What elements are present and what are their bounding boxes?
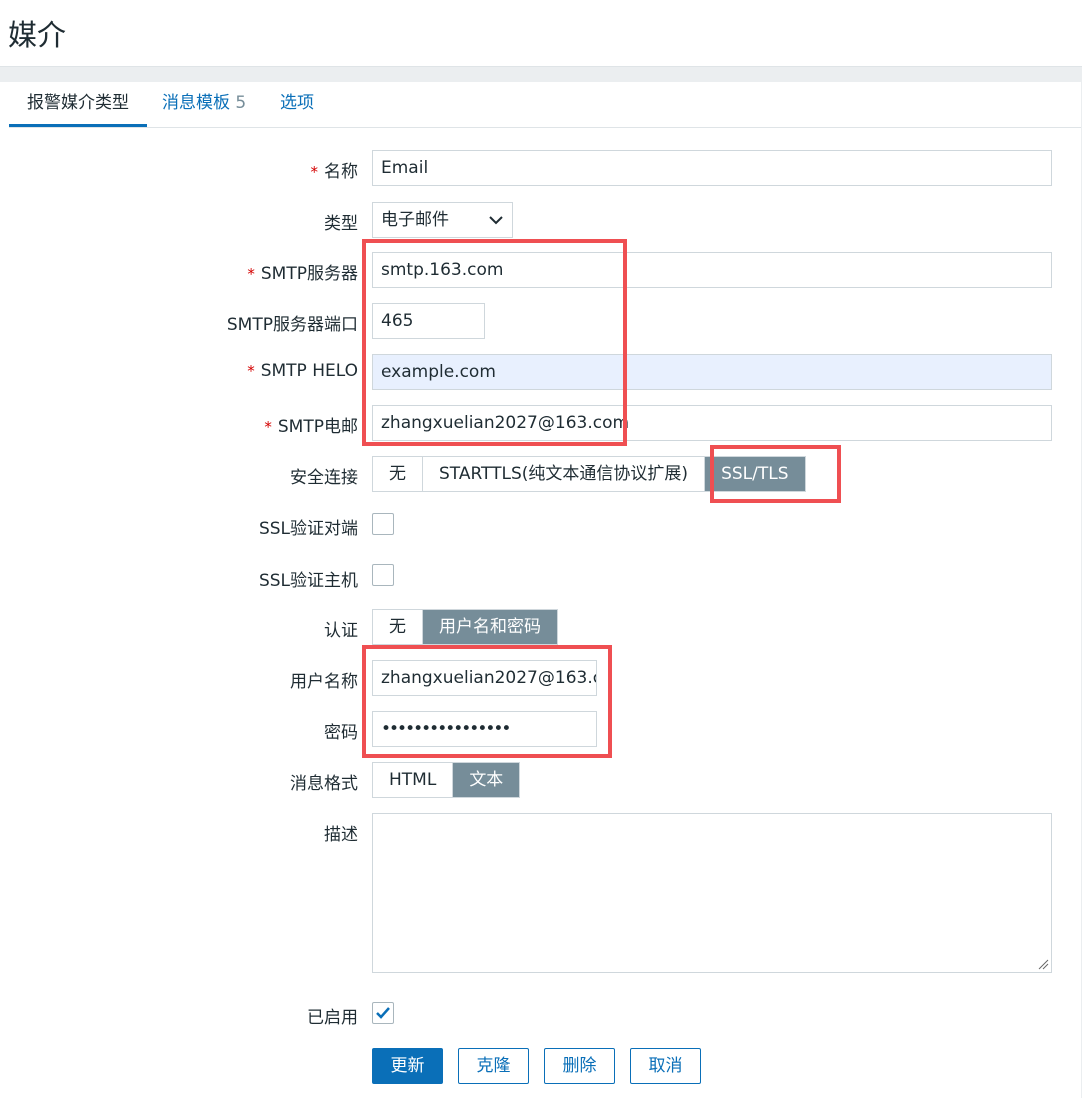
tab-media-type[interactable]: 报警媒介类型 <box>9 82 147 127</box>
ssl-verify-peer-checkbox[interactable] <box>372 513 394 535</box>
tab-label: 选项 <box>280 93 314 113</box>
username-label: 用户名称 <box>290 672 358 692</box>
tab-message-templates[interactable]: 消息模板 5 <box>162 82 246 124</box>
tab-bar: 报警媒介类型 消息模板 5 选项 <box>9 82 1081 128</box>
smtp-server-label: * SMTP服务器 <box>247 259 358 284</box>
password-input[interactable]: •••••••••••••••• <box>372 711 597 747</box>
message-format-option-text[interactable]: 文本 <box>453 763 520 797</box>
update-button[interactable]: 更新 <box>372 1048 443 1084</box>
message-format-label: 消息格式 <box>290 774 358 794</box>
required-marker: * <box>310 163 319 181</box>
delete-button[interactable]: 删除 <box>544 1048 615 1084</box>
label-text: SMTP电邮 <box>277 417 358 437</box>
checkmark-icon <box>376 1007 390 1019</box>
label-text: SMTP HELO <box>260 361 358 381</box>
resize-grip-icon[interactable] <box>1037 958 1049 970</box>
label-text: SMTP服务器 <box>260 264 358 284</box>
name-input[interactable]: Email <box>372 150 1052 186</box>
clone-button[interactable]: 克隆 <box>458 1048 529 1084</box>
message-format-option-html[interactable]: HTML <box>373 763 454 797</box>
tab-options[interactable]: 选项 <box>280 82 314 124</box>
enabled-checkbox[interactable] <box>372 1002 394 1024</box>
description-textarea[interactable] <box>372 813 1052 973</box>
auth-label: 认证 <box>324 621 358 641</box>
label-text: 名称 <box>324 162 358 182</box>
auth-option-none[interactable]: 无 <box>373 610 423 644</box>
required-marker: * <box>264 418 272 436</box>
cancel-button[interactable]: 取消 <box>630 1048 701 1084</box>
smtp-email-input[interactable]: zhangxuelian2027@163.com <box>372 405 1052 441</box>
tab-label: 消息模板 <box>162 93 230 113</box>
type-label: 类型 <box>324 214 358 234</box>
smtp-email-label: * SMTP电邮 <box>264 412 358 437</box>
security-segmented-control: 无 STARTTLS(纯文本通信协议扩展) SSL/TLS <box>372 456 806 492</box>
message-format-segmented-control: HTML 文本 <box>372 762 521 798</box>
chevron-down-icon <box>489 216 503 225</box>
required-marker: * <box>247 265 255 283</box>
type-select-value: 电子邮件 <box>381 210 449 230</box>
smtp-server-input[interactable]: smtp.163.com <box>372 252 1052 288</box>
password-label: 密码 <box>324 723 358 743</box>
security-option-none[interactable]: 无 <box>373 457 423 491</box>
ssl-verify-host-label: SSL验证主机 <box>258 571 358 591</box>
auth-segmented-control: 无 用户名和密码 <box>372 609 558 645</box>
page-title: 媒介 <box>8 18 67 52</box>
page-header: 媒介 <box>0 0 1082 67</box>
ssl-verify-host-checkbox[interactable] <box>372 564 394 586</box>
description-label: 描述 <box>324 825 358 845</box>
smtp-helo-input[interactable]: example.com <box>372 354 1052 390</box>
type-select[interactable]: 电子邮件 <box>372 202 513 238</box>
smtp-helo-label: * SMTP HELO <box>247 361 358 381</box>
security-label: 安全连接 <box>290 468 358 488</box>
smtp-port-label: SMTP服务器端口 <box>226 315 358 335</box>
name-label: * 名称 <box>311 157 359 182</box>
security-option-starttls[interactable]: STARTTLS(纯文本通信协议扩展) <box>423 457 706 491</box>
smtp-port-input[interactable]: 465 <box>372 303 485 339</box>
tab-count-badge: 5 <box>235 93 247 113</box>
ssl-verify-peer-label: SSL验证对端 <box>258 519 358 539</box>
enabled-label: 已启用 <box>307 1008 358 1028</box>
username-input[interactable]: zhangxuelian2027@163.c <box>372 660 597 696</box>
auth-option-username-password[interactable]: 用户名和密码 <box>423 610 557 644</box>
security-option-ssl-tls[interactable]: SSL/TLS <box>705 457 805 491</box>
required-marker: * <box>247 362 255 380</box>
tab-label: 报警媒介类型 <box>27 93 129 113</box>
